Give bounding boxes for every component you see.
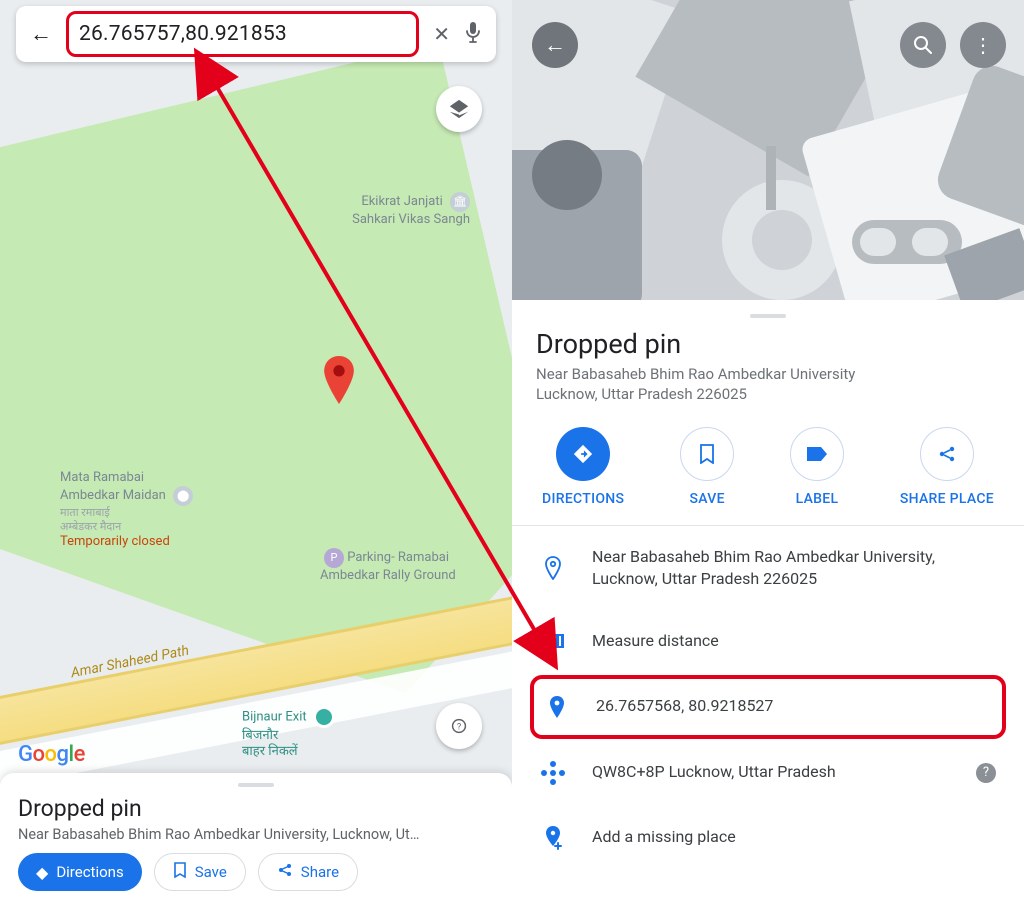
place-title: Dropped pin <box>536 328 1000 360</box>
mic-icon[interactable] <box>464 21 482 48</box>
add-place-icon <box>540 825 566 851</box>
bottom-sheet-compact[interactable]: Dropped pin Near Babasaheb Bhim Rao Ambe… <box>0 773 512 899</box>
search-button[interactable] <box>900 22 946 68</box>
coordinates-row[interactable]: 26.7657568, 80.9218527 <box>530 675 1006 739</box>
help-icon[interactable]: ? <box>976 763 996 783</box>
svg-text:?: ? <box>457 723 461 733</box>
bookmark-icon <box>173 862 187 882</box>
share-action[interactable]: SHARE PLACE <box>900 427 994 507</box>
sheet-title: Dropped pin <box>18 795 494 822</box>
pin-outline-icon <box>540 556 566 580</box>
share-icon <box>277 862 293 882</box>
measure-distance-row[interactable]: Measure distance <box>536 610 1000 672</box>
save-button[interactable]: Save <box>154 853 246 891</box>
address-row[interactable]: Near Babasaheb Bhim Rao Ambedkar Univers… <box>536 526 1000 611</box>
sheet-handle-icon[interactable] <box>238 783 274 787</box>
pin-filled-icon <box>544 695 570 719</box>
parking-icon: P <box>324 548 344 568</box>
directions-icon: ◆ <box>36 863 48 882</box>
map-screenshot-left: Amar Shaheed Path Ekikrat Janjati 🏛 Sahk… <box>0 0 512 899</box>
poi-marker-icon: 🏛 <box>450 192 470 212</box>
save-action[interactable]: SAVE <box>680 427 734 507</box>
search-bar: ← 26.765757,80.921853 ✕ <box>16 6 496 62</box>
action-row: DIRECTIONS SAVE LABEL SHARE PLACE <box>536 405 1000 525</box>
pluscode-row[interactable]: QW8C+8P Lucknow, Uttar Pradesh ? <box>536 741 1000 805</box>
directions-action[interactable]: DIRECTIONS <box>542 427 624 507</box>
label-action[interactable]: LABEL <box>790 427 844 507</box>
poi-ekikrat[interactable]: Ekikrat Janjati 🏛 Sahkari Vikas Sangh <box>250 192 470 228</box>
sheet-address: Near Babasaheb Bhim Rao Ambedkar Univers… <box>18 826 494 843</box>
poi-parking[interactable]: P Parking- Ramabai Ambedkar Rally Ground <box>320 548 500 584</box>
clear-icon[interactable]: ✕ <box>433 22 450 46</box>
sheet-handle-icon[interactable] <box>750 314 786 318</box>
layers-button[interactable] <box>436 86 482 132</box>
poi-bijnaur[interactable]: Bijnaur Exit बिजनौर बाहर निकलें <box>242 706 335 759</box>
place-address: Near Babasaheb Bhim Rao Ambedkar Univers… <box>536 364 1000 405</box>
search-input[interactable]: 26.765757,80.921853 <box>79 22 287 46</box>
metro-exit-icon <box>313 706 335 728</box>
pluscode-icon <box>540 761 566 785</box>
back-icon[interactable]: ← <box>30 21 52 47</box>
poi-marker-icon: ⬤ <box>173 486 193 506</box>
share-button[interactable]: Share <box>258 853 358 891</box>
locate-button[interactable]: ? <box>436 703 482 749</box>
directions-button[interactable]: ◆ Directions <box>18 853 142 891</box>
place-detail-sheet: ← ⋮ Dropped pin Near Babasaheb Bhim Rao … <box>512 0 1024 899</box>
google-logo: Google <box>18 742 85 767</box>
hero-image-placeholder: ← ⋮ <box>512 0 1024 300</box>
add-place-row[interactable]: Add a missing place <box>536 805 1000 871</box>
overflow-menu-button[interactable]: ⋮ <box>960 22 1006 68</box>
poi-maidan[interactable]: Mata Ramabai Ambedkar Maidan ⬤ माता रमाब… <box>60 470 240 550</box>
search-highlight-annotation: 26.765757,80.921853 <box>66 11 419 57</box>
back-button[interactable]: ← <box>532 22 578 68</box>
dropped-pin-icon[interactable] <box>322 356 356 404</box>
ruler-icon <box>540 634 566 648</box>
